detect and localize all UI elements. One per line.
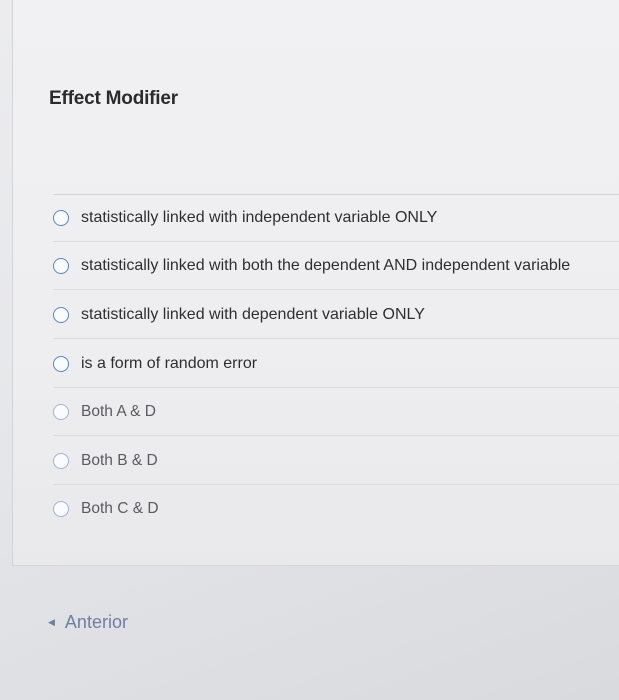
answer-option-3[interactable]: statistically linked with dependent vari… [53,292,619,339]
answer-option-4[interactable]: is a form of random error [53,341,619,388]
answer-option-7[interactable]: Both C & D [53,486,619,532]
answer-option-label: statistically linked with dependent vari… [81,306,425,323]
radio-button[interactable] [53,258,69,274]
answer-option-1[interactable]: statistically linked with independent va… [53,195,619,242]
triangle-left-icon: ◀ [48,617,55,627]
radio-button[interactable] [53,307,69,323]
answer-option-label: is a form of random error [81,355,258,372]
radio-button[interactable] [53,501,69,517]
radio-button[interactable] [53,210,69,226]
answer-option-label: statistically linked with independent va… [81,209,438,226]
question-title: Effect Modifier [49,88,178,109]
radio-button[interactable] [53,453,69,469]
answer-option-label: Both C & D [81,500,159,517]
answer-option-2[interactable]: statistically linked with both the depen… [53,243,619,290]
radio-button[interactable] [53,404,69,420]
answer-option-5[interactable]: Both A & D [53,389,619,436]
radio-button[interactable] [53,356,69,372]
answer-option-6[interactable]: Both B & D [53,438,619,485]
answer-option-label: statistically linked with both the depen… [81,257,571,274]
answer-option-label: Both B & D [81,452,158,469]
question-card: Effect Modifier statistically linked wit… [12,0,619,566]
answer-option-label: Both A & D [81,403,156,420]
previous-button[interactable]: ◀ Anterior [48,612,128,633]
previous-label: Anterior [64,612,128,632]
